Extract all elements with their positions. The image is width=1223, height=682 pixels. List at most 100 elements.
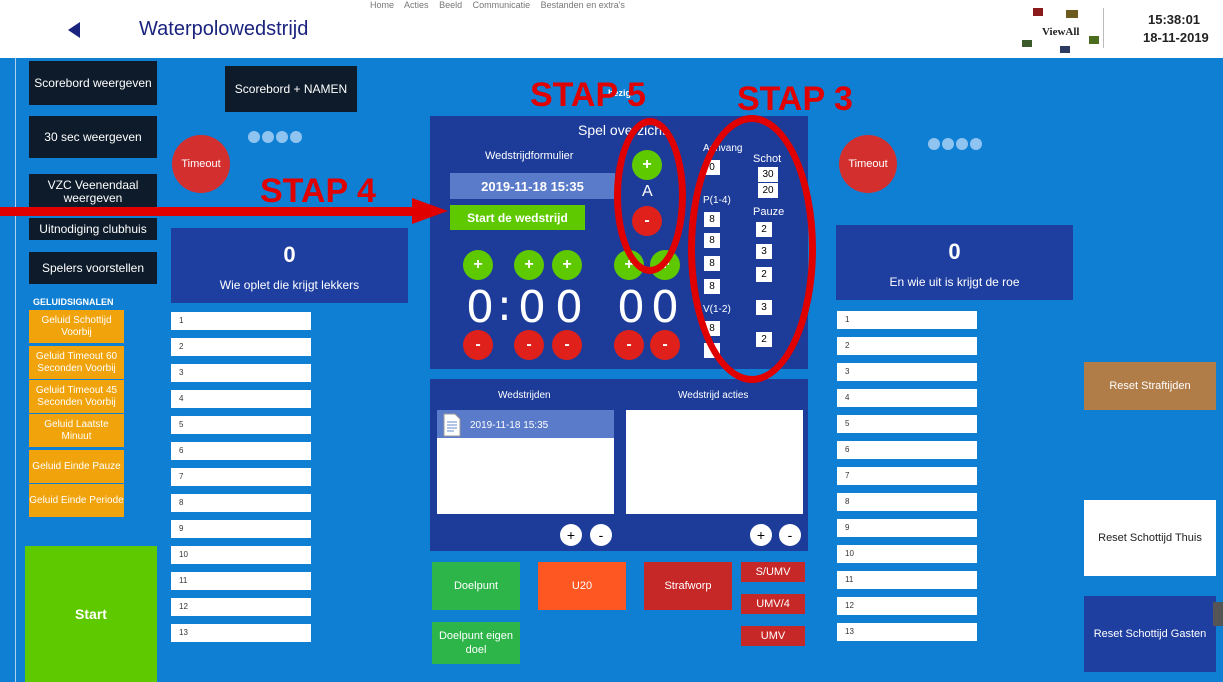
strafworp-button[interactable]: Strafworp [644,562,732,610]
annotation-ellipse [688,115,816,383]
spelers-button[interactable]: Spelers voorstellen [29,252,157,284]
wedstrijd-datetime[interactable]: 2019-11-18 15:35 [450,173,615,199]
guest-player[interactable]: 10 [837,545,977,563]
clock-minus-button[interactable]: - [552,330,582,360]
guest-score-panel: 0 En wie uit is krijgt de roe [836,225,1073,300]
timeout-dot [928,138,940,150]
umv-button[interactable]: UMV [741,626,805,646]
guest-player[interactable]: 1 [837,311,977,329]
home-player[interactable]: 13 [171,624,311,642]
timeout-dot [942,138,954,150]
guest-player[interactable]: 8 [837,493,977,511]
reset-straftijden-button[interactable]: Reset Straftijden [1084,362,1216,410]
side-handle[interactable] [1213,602,1223,626]
geluid-timeout60-button[interactable]: Geluid Timeout 60 Seconden Voorbij [29,346,124,379]
sumv-button[interactable]: S/UMV [741,562,805,582]
guest-player-list: 1 2 3 4 5 6 7 8 9 10 11 12 13 [837,311,977,649]
toolbar-acties[interactable]: Acties [404,0,429,10]
scorebord-namen-button[interactable]: Scorebord + NAMEN [225,66,357,112]
guest-slogan: En wie uit is krijgt de roe [889,275,1020,289]
timeout-dot [970,138,982,150]
remove-match-button[interactable]: - [590,524,612,546]
start-wedstrijd-button[interactable]: Start de wedstrijd [450,205,585,230]
document-icon [443,413,461,437]
score-minus-button[interactable]: - [614,330,644,360]
reset-schottijd-thuis-button[interactable]: Reset Schottijd Thuis [1084,500,1216,576]
timeout-dot [276,131,288,143]
home-score: 0 [283,242,296,267]
home-player[interactable]: 5 [171,416,311,434]
timeout-dot [956,138,968,150]
viewall-label[interactable]: ViewAll [1042,26,1079,38]
guest-player[interactable]: 3 [837,363,977,381]
browser-toolbar: Home Acties Beeld Communicatie Bestanden… [370,0,840,14]
wedstrijd-acties-list[interactable] [626,410,803,514]
clock-digit: 0 [518,282,546,333]
guest-player[interactable]: 7 [837,467,977,485]
home-score-panel: 0 Wie oplet die krijgt lekkers [171,228,408,303]
geluid-einde-pauze-button[interactable]: Geluid Einde Pauze [29,450,124,483]
timeout-home-button[interactable]: Timeout [172,135,230,193]
clock-plus-button[interactable]: + [514,250,544,280]
start-button[interactable]: Start [25,546,157,682]
doelpunt-eigen-doel-button[interactable]: Doelpunt eigen doel [432,622,520,664]
home-player[interactable]: 2 [171,338,311,356]
home-player[interactable]: 10 [171,546,311,564]
wedstrijd-acties-label: Wedstrijd acties [678,390,749,401]
back-arrow-icon[interactable] [68,22,80,38]
annotation-arrow-icon [0,198,448,224]
home-player[interactable]: 11 [171,572,311,590]
home-player[interactable]: 8 [171,494,311,512]
guest-player[interactable]: 11 [837,571,977,589]
add-match-button[interactable]: + [560,524,582,546]
clock-digit: 0 [466,282,494,333]
app-title: Waterpolowedstrijd [139,18,309,40]
clock-date: 18-11-2019 [1143,30,1209,45]
guest-player[interactable]: 9 [837,519,977,537]
home-player[interactable]: 4 [171,390,311,408]
toolbar-home[interactable]: Home [370,0,394,10]
stap5-annotation: STAP 5 [530,76,646,114]
wedstrijd-item-label: 2019-11-18 15:35 [470,420,549,431]
reset-schottijd-gasten-button[interactable]: Reset Schottijd Gasten [1084,596,1216,672]
scorebord-button[interactable]: Scorebord weergeven [29,61,157,105]
geluid-schottijd-button[interactable]: Geluid Schottijd Voorbij [29,310,124,343]
guest-player[interactable]: 6 [837,441,977,459]
add-action-button[interactable]: + [750,524,772,546]
clock-colon: : [497,280,512,331]
toolbar-bestanden[interactable]: Bestanden en extra's [541,0,625,10]
guest-player[interactable]: 12 [837,597,977,615]
toolbar-communicatie[interactable]: Communicatie [473,0,531,10]
home-player[interactable]: 9 [171,520,311,538]
guest-score: 0 [948,239,961,264]
30sec-button[interactable]: 30 sec weergeven [29,116,157,158]
home-player[interactable]: 6 [171,442,311,460]
score-minus-button[interactable]: - [650,330,680,360]
doelpunt-button[interactable]: Doelpunt [432,562,520,610]
home-player[interactable]: 12 [171,598,311,616]
clock-minus-button[interactable]: - [514,330,544,360]
guest-player[interactable]: 5 [837,415,977,433]
geluid-timeout45-button[interactable]: Geluid Timeout 45 Seconden Voorbij [29,380,124,413]
timeout-dot [262,131,274,143]
home-player[interactable]: 7 [171,468,311,486]
clock-plus-button[interactable]: + [552,250,582,280]
guest-player[interactable]: 2 [837,337,977,355]
left-strip [0,58,16,682]
clock-minus-button[interactable]: - [463,330,493,360]
home-player-list: 1 2 3 4 5 6 7 8 9 10 11 12 13 [171,312,311,650]
timeout-guest-button[interactable]: Timeout [839,135,897,193]
home-player[interactable]: 1 [171,312,311,330]
geluid-laatste-minuut-button[interactable]: Geluid Laatste Minuut [29,414,124,447]
guest-player[interactable]: 13 [837,623,977,641]
home-player[interactable]: 3 [171,364,311,382]
geluid-einde-periode-button[interactable]: Geluid Einde Periode [29,484,124,517]
clock-digit: 0 [555,282,583,333]
u20-button[interactable]: U20 [538,562,626,610]
divider [1103,8,1104,48]
umv4-button[interactable]: UMV/4 [741,594,805,614]
toolbar-beeld[interactable]: Beeld [439,0,462,10]
guest-player[interactable]: 4 [837,389,977,407]
remove-action-button[interactable]: - [779,524,801,546]
clock-plus-button[interactable]: + [463,250,493,280]
